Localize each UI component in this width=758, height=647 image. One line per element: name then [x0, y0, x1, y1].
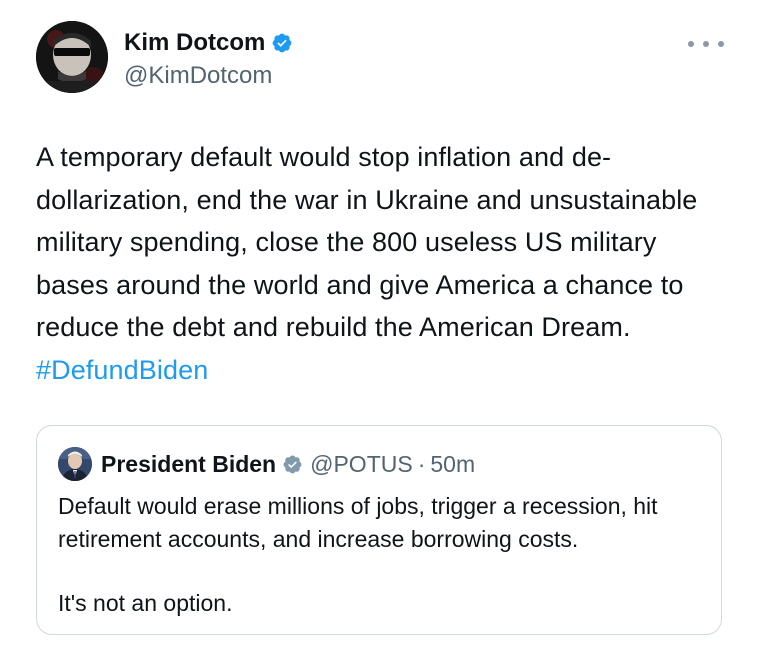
hashtag-link[interactable]: #DefundBiden — [36, 355, 208, 385]
quoted-paragraph: Default would erase millions of jobs, tr… — [58, 493, 658, 552]
more-options-icon[interactable] — [688, 35, 724, 53]
quoted-display-name[interactable]: President Biden — [101, 451, 276, 478]
quoted-author-avatar[interactable] — [58, 447, 92, 481]
author-handle[interactable]: @KimDotcom — [124, 62, 293, 90]
avatar-image — [36, 21, 108, 93]
more-dot — [688, 41, 694, 47]
author-name-row: Kim Dotcom — [124, 26, 293, 60]
quoted-paragraph: It's not an option. — [58, 590, 233, 616]
blue-check-icon — [272, 33, 292, 53]
more-dot — [718, 41, 724, 47]
quoted-text: Default would erase millions of jobs, tr… — [58, 490, 708, 620]
quoted-timestamp[interactable]: 50m — [430, 451, 475, 478]
quoted-handle[interactable]: @POTUS — [310, 451, 413, 478]
author-display-name[interactable]: Kim Dotcom — [124, 29, 265, 57]
quoted-header: President Biden @POTUS · 50m — [101, 447, 475, 481]
tweet-body: A temporary default would stop inflation… — [36, 142, 698, 342]
tweet: Kim Dotcom @KimDotcom A temporary defaul… — [0, 0, 758, 647]
quoted-avatar-image — [58, 447, 92, 481]
more-dot — [703, 41, 709, 47]
quoted-separator: · — [417, 450, 426, 477]
gray-check-icon — [283, 455, 302, 473]
tweet-text: A temporary default would stop inflation… — [36, 136, 726, 391]
quoted-tweet[interactable]: President Biden @POTUS · 50m Default wou… — [36, 425, 722, 635]
author-block: Kim Dotcom @KimDotcom — [124, 26, 293, 90]
author-avatar[interactable] — [36, 21, 108, 93]
